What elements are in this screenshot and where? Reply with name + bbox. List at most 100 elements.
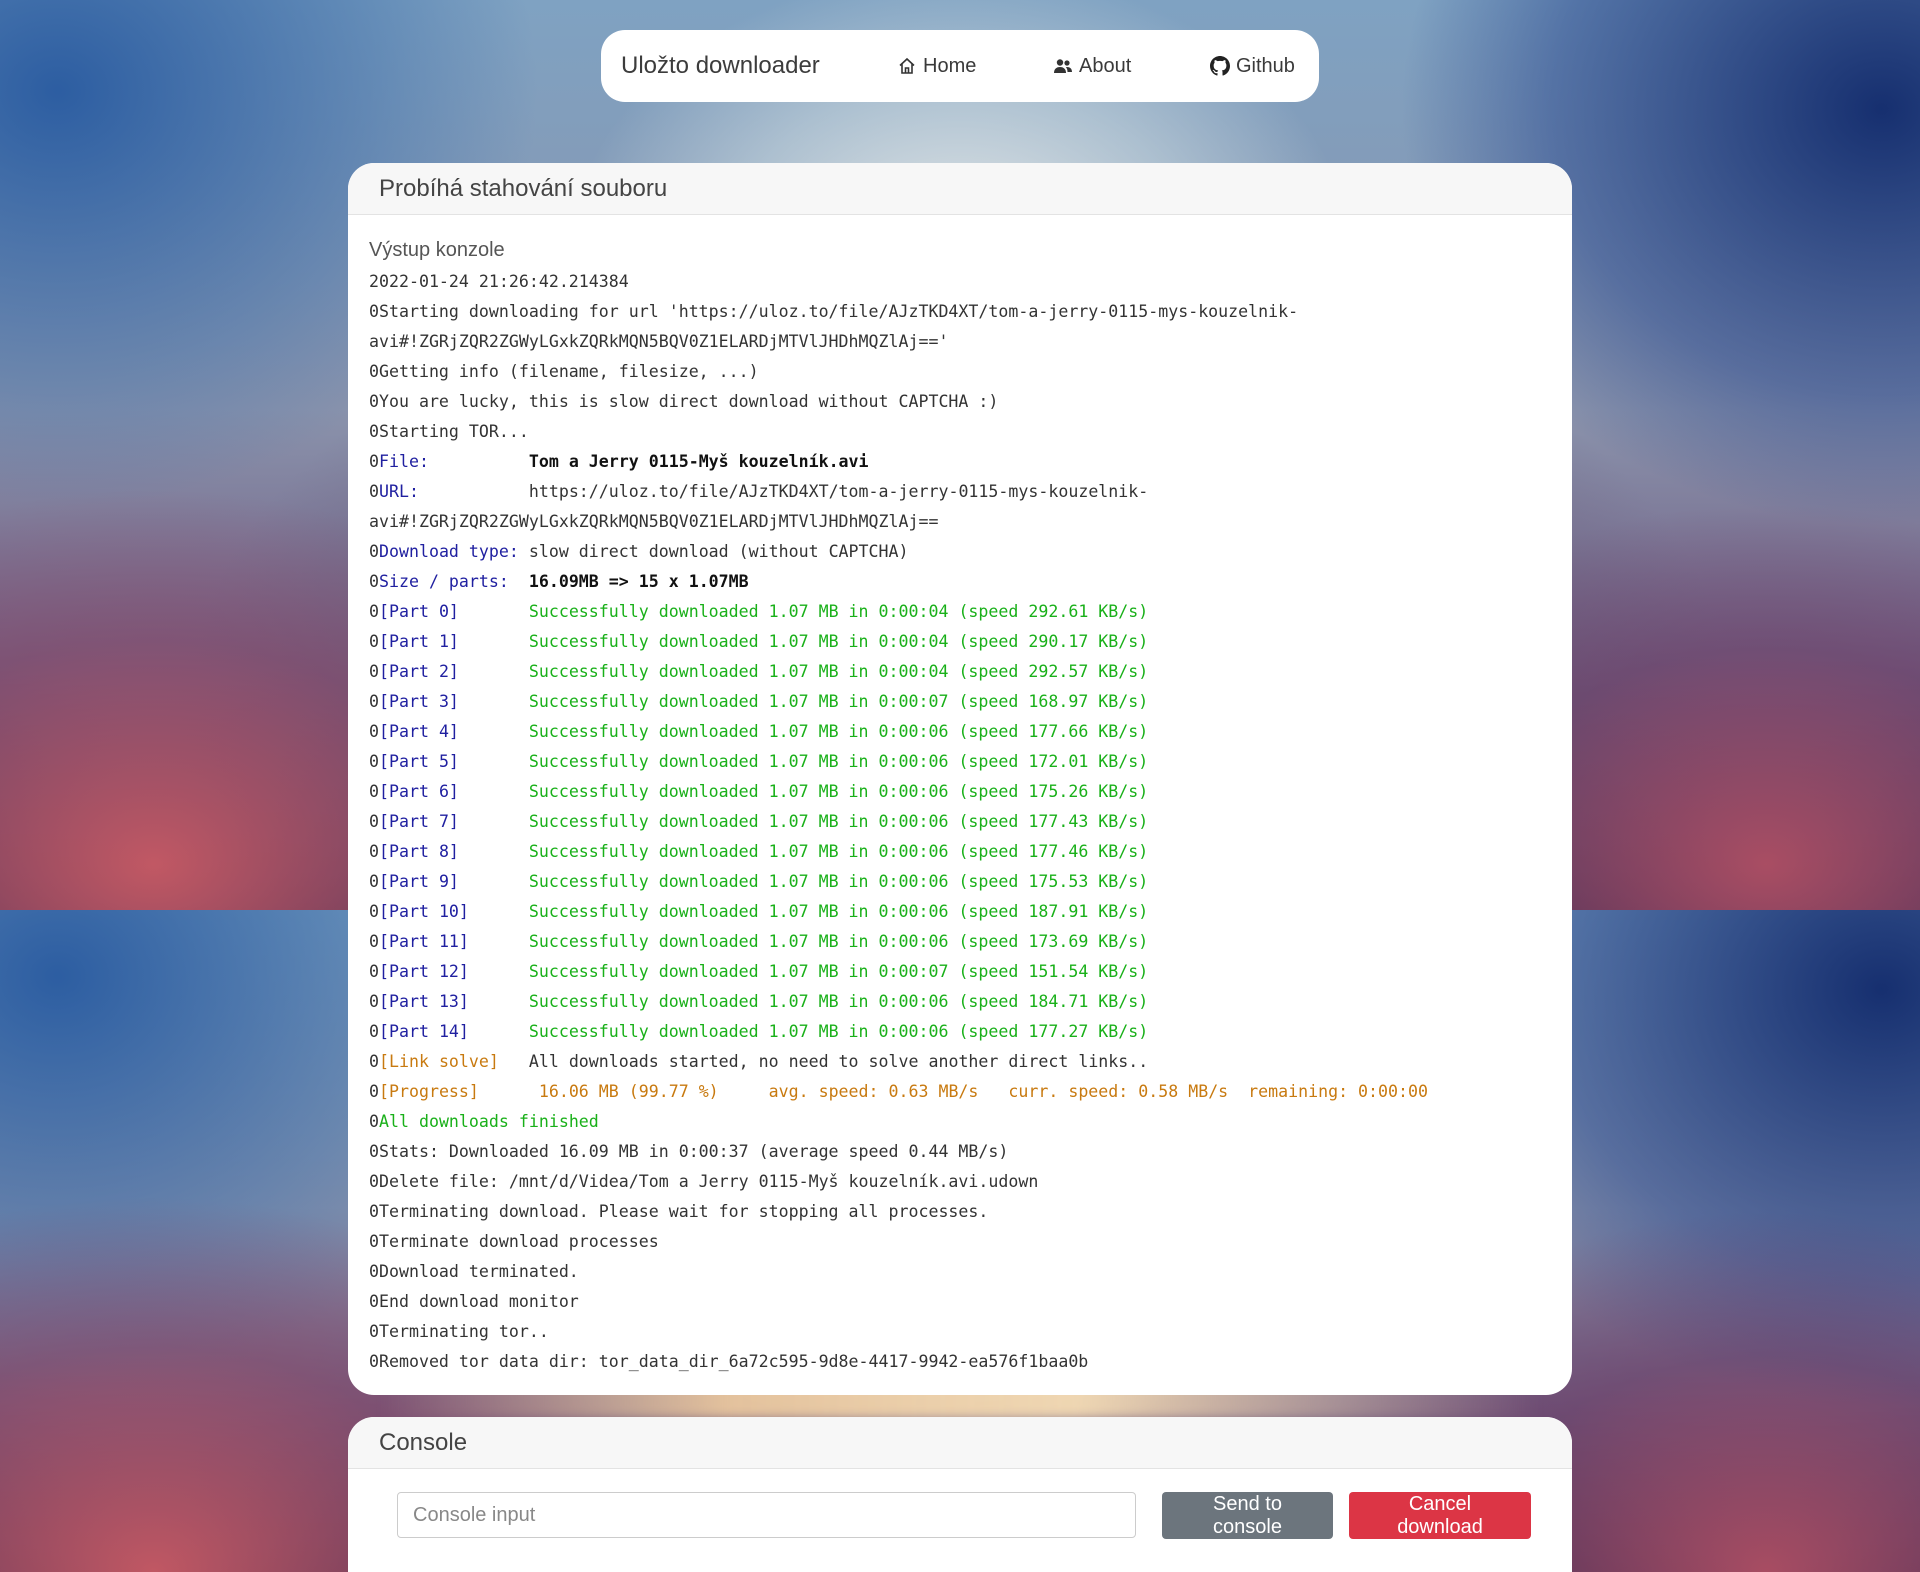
log-segment: 0 bbox=[369, 1052, 379, 1071]
log-segment: 0Terminating tor.. bbox=[369, 1322, 549, 1341]
log-segment: Successfully downloaded 1.07 MB in 0:00:… bbox=[528, 602, 1149, 621]
cancel-download-button[interactable]: Cancel download bbox=[1349, 1492, 1531, 1539]
log-segment: avi#!ZGRjZQR2ZGWyLGxkZQRkMQN5BQV0Z1ELARD… bbox=[369, 512, 939, 531]
log-line: 0Terminate download processes bbox=[369, 1227, 1551, 1257]
log-segment: [Part 2] bbox=[379, 662, 529, 681]
log-line: 0Stats: Downloaded 16.09 MB in 0:00:37 (… bbox=[369, 1137, 1551, 1167]
log-line: 0[Part 6] Successfully downloaded 1.07 M… bbox=[369, 777, 1551, 807]
log-segment: Successfully downloaded 1.07 MB in 0:00:… bbox=[528, 752, 1149, 771]
log-segment: Tom a Jerry 0115-Myš kouzelník.avi bbox=[528, 452, 869, 471]
log-segment: 0 bbox=[369, 932, 379, 951]
log-segment: Successfully downloaded 1.07 MB in 0:00:… bbox=[528, 662, 1149, 681]
log-segment: [Part 8] bbox=[379, 842, 529, 861]
log-line: 0[Part 3] Successfully downloaded 1.07 M… bbox=[369, 687, 1551, 717]
log-segment: Download type: bbox=[379, 542, 529, 561]
log-segment: Successfully downloaded 1.07 MB in 0:00:… bbox=[528, 932, 1149, 951]
log-line: 0[Link solve] All downloads started, no … bbox=[369, 1047, 1551, 1077]
nav-about-link[interactable]: About bbox=[1053, 55, 1131, 78]
log-segment: [Part 13] bbox=[379, 992, 529, 1011]
log-line: 0[Part 0] Successfully downloaded 1.07 M… bbox=[369, 597, 1551, 627]
log-line: 0Getting info (filename, filesize, ...) bbox=[369, 357, 1551, 387]
log-line: 0URL: https://uloz.to/file/AJzTKD4XT/tom… bbox=[369, 477, 1551, 507]
nav-about-label: About bbox=[1079, 54, 1132, 77]
log-segment: 0 bbox=[369, 722, 379, 741]
console-card-title: Console bbox=[348, 1417, 1572, 1469]
log-segment: 0Removed tor data dir: tor_data_dir_6a72… bbox=[369, 1352, 1089, 1371]
log-segment: 0 bbox=[369, 662, 379, 681]
log-segment: Successfully downloaded 1.07 MB in 0:00:… bbox=[528, 872, 1149, 891]
log-segment: [Part 1] bbox=[379, 632, 529, 651]
log-segment: Successfully downloaded 1.07 MB in 0:00:… bbox=[528, 782, 1149, 801]
log-segment: 0Getting info (filename, filesize, ...) bbox=[369, 362, 759, 381]
log-segment: 0 bbox=[369, 632, 379, 651]
log-line: 0Size / parts: 16.09MB => 15 x 1.07MB bbox=[369, 567, 1551, 597]
log-segment: All downloads finished bbox=[379, 1112, 599, 1131]
download-progress-card: Probíhá stahování souboru Výstup konzole… bbox=[348, 163, 1572, 1395]
log-segment: 0 bbox=[369, 692, 379, 711]
log-line: 0[Part 13] Successfully downloaded 1.07 … bbox=[369, 987, 1551, 1017]
log-segment: 0 bbox=[369, 992, 379, 1011]
log-line: 0You are lucky, this is slow direct down… bbox=[369, 387, 1551, 417]
log-segment: Successfully downloaded 1.07 MB in 0:00:… bbox=[528, 632, 1149, 651]
log-segment: [Part 9] bbox=[379, 872, 529, 891]
log-line: 0[Part 12] Successfully downloaded 1.07 … bbox=[369, 957, 1551, 987]
log-segment: [Part 12] bbox=[379, 962, 529, 981]
log-line: 0[Part 11] Successfully downloaded 1.07 … bbox=[369, 927, 1551, 957]
github-icon bbox=[1210, 56, 1230, 76]
log-segment: 0 bbox=[369, 1082, 379, 1101]
log-line: 0All downloads finished bbox=[369, 1107, 1551, 1137]
log-segment: [Progress] 16.06 MB (99.77 %) avg. speed… bbox=[379, 1082, 1428, 1101]
log-line: 0Terminating download. Please wait for s… bbox=[369, 1197, 1551, 1227]
log-segment: 0Delete file: /mnt/d/Videa/Tom a Jerry 0… bbox=[369, 1172, 1039, 1191]
log-segment: Successfully downloaded 1.07 MB in 0:00:… bbox=[528, 902, 1149, 921]
download-card-title: Probíhá stahování souboru bbox=[348, 163, 1572, 215]
log-segment: [Part 14] bbox=[379, 1022, 529, 1041]
log-segment: [Part 4] bbox=[379, 722, 529, 741]
log-segment: Successfully downloaded 1.07 MB in 0:00:… bbox=[528, 722, 1149, 741]
log-line: 0Starting TOR... bbox=[369, 417, 1551, 447]
log-segment: URL: bbox=[379, 482, 529, 501]
log-line: 0Removed tor data dir: tor_data_dir_6a72… bbox=[369, 1347, 1551, 1377]
log-segment: [Part 11] bbox=[379, 932, 529, 951]
log-segment: 0 bbox=[369, 812, 379, 831]
log-segment: [Part 5] bbox=[379, 752, 529, 771]
brand-title[interactable]: Uložto downloader bbox=[621, 52, 820, 80]
log-line: 0End download monitor bbox=[369, 1287, 1551, 1317]
log-line: 0Terminating tor.. bbox=[369, 1317, 1551, 1347]
log-line: 0Download type: slow direct download (wi… bbox=[369, 537, 1551, 567]
log-line: 0Delete file: /mnt/d/Videa/Tom a Jerry 0… bbox=[369, 1167, 1551, 1197]
log-line: 0[Part 10] Successfully downloaded 1.07 … bbox=[369, 897, 1551, 927]
log-segment: [Link solve] bbox=[379, 1052, 529, 1071]
log-segment: slow direct download (without CAPTCHA) bbox=[528, 542, 909, 561]
nav-home-label: Home bbox=[923, 54, 977, 77]
navbar: Uložto downloader Home About Github bbox=[601, 30, 1319, 102]
log-segment: 0Starting TOR... bbox=[369, 422, 529, 441]
send-to-console-button[interactable]: Send to console bbox=[1162, 1492, 1333, 1539]
log-line: 2022-01-24 21:26:42.214384 bbox=[369, 267, 1551, 297]
console-input[interactable] bbox=[397, 1492, 1136, 1538]
log-segment: avi#!ZGRjZQR2ZGWyLGxkZQRkMQN5BQV0Z1ELARD… bbox=[369, 332, 949, 351]
nav-github-link[interactable]: Github bbox=[1210, 55, 1295, 78]
log-segment: 0 bbox=[369, 872, 379, 891]
log-line: avi#!ZGRjZQR2ZGWyLGxkZQRkMQN5BQV0Z1ELARD… bbox=[369, 327, 1551, 357]
log-line: 0Download terminated. bbox=[369, 1257, 1551, 1287]
log-segment: 0 bbox=[369, 542, 379, 561]
nav-home-link[interactable]: Home bbox=[897, 55, 976, 78]
log-segment: 0 bbox=[369, 962, 379, 981]
log-segment: 0 bbox=[369, 902, 379, 921]
log-segment: 0 bbox=[369, 452, 379, 471]
log-segment: 0End download monitor bbox=[369, 1292, 579, 1311]
console-output-label: Výstup konzole bbox=[369, 239, 505, 261]
log-segment: [Part 10] bbox=[379, 902, 529, 921]
log-segment: 0 bbox=[369, 482, 379, 501]
log-segment: Successfully downloaded 1.07 MB in 0:00:… bbox=[528, 842, 1149, 861]
log-segment: [Part 0] bbox=[379, 602, 529, 621]
log-line: 0[Part 8] Successfully downloaded 1.07 M… bbox=[369, 837, 1551, 867]
log-segment: 0 bbox=[369, 1112, 379, 1131]
log-segment: [Part 3] bbox=[379, 692, 529, 711]
log-line: 0File: Tom a Jerry 0115-Myš kouzelník.av… bbox=[369, 447, 1551, 477]
log-line: 0[Part 5] Successfully downloaded 1.07 M… bbox=[369, 747, 1551, 777]
log-line: 0[Part 7] Successfully downloaded 1.07 M… bbox=[369, 807, 1551, 837]
log-line: 0[Part 1] Successfully downloaded 1.07 M… bbox=[369, 627, 1551, 657]
log-segment: Size / parts: bbox=[379, 572, 529, 591]
